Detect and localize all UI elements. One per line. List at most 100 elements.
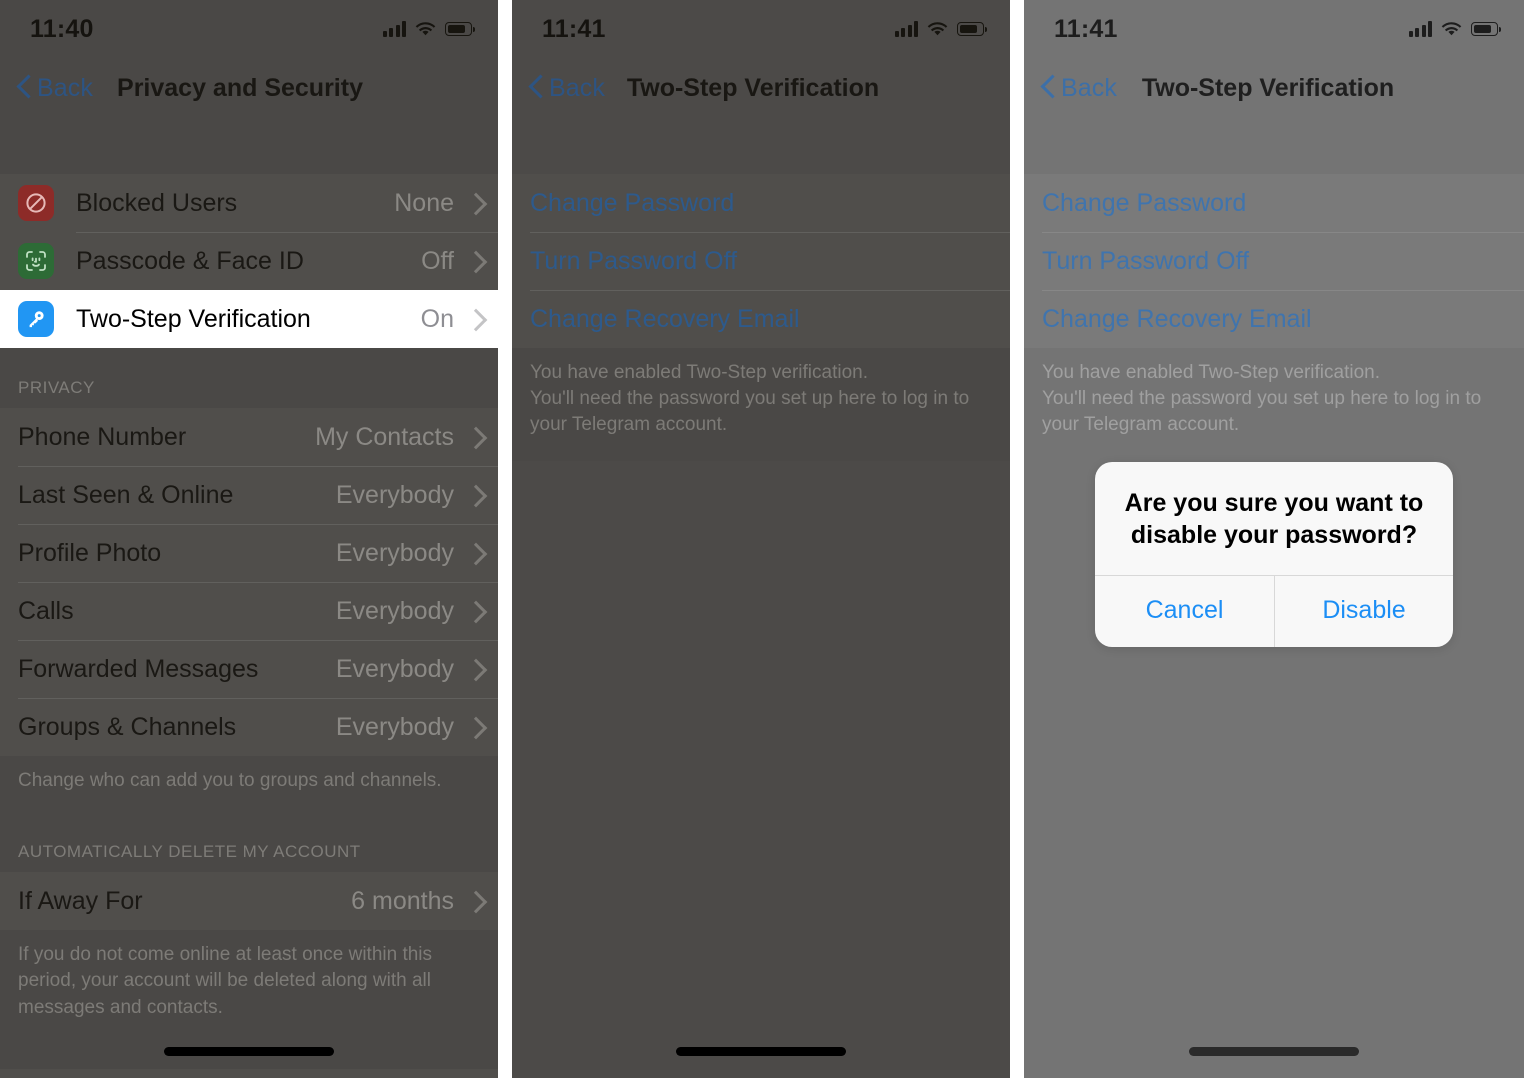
home-indicator[interactable] xyxy=(676,1047,846,1056)
list-item-turn-password-off[interactable]: Turn Password Off xyxy=(1024,232,1524,290)
back-button[interactable]: Back xyxy=(528,74,605,103)
list-item-label: Two-Step Verification xyxy=(76,304,311,333)
chevron-right-icon xyxy=(468,250,480,272)
privacy-section: Phone Number My Contacts Last Seen & Onl… xyxy=(0,408,498,756)
home-indicator[interactable] xyxy=(1189,1047,1359,1056)
status-clock: 11:41 xyxy=(542,14,606,43)
list-item-profile-photo[interactable]: Profile Photo Everybody xyxy=(0,524,498,582)
dialog-title: Are you sure you want to disable your pa… xyxy=(1124,489,1424,549)
list-item-change-recovery-email[interactable]: Change Recovery Email xyxy=(1024,290,1524,348)
list-item-turn-password-off[interactable]: Turn Password Off xyxy=(512,232,1010,290)
list-item-label: Blocked Users xyxy=(76,188,238,217)
chevron-right-icon xyxy=(468,426,480,448)
section-footer-two-step: You have enabled Two-Step verification. … xyxy=(530,362,970,436)
disable-button[interactable]: Disable xyxy=(1274,576,1453,647)
list-top-spacer xyxy=(512,118,1010,174)
status-clock: 11:40 xyxy=(30,14,94,43)
disable-password-dialog: Are you sure you want to disable your pa… xyxy=(1095,462,1453,647)
list-item-value: Everybody xyxy=(335,538,454,567)
list-item-passcode-face-id[interactable]: Passcode & Face ID Off xyxy=(0,232,498,290)
chevron-right-icon xyxy=(468,484,480,506)
two-step-actions-section: Change Password Turn Password Off Change… xyxy=(512,174,1010,348)
two-step-footer-block: You have enabled Two-Step verification. … xyxy=(1024,348,1524,461)
list-item-value: None xyxy=(394,188,454,217)
privacy-footer-block: Change who can add you to groups and cha… xyxy=(0,756,498,873)
chevron-right-icon xyxy=(468,716,480,738)
list-item-phone-number[interactable]: Phone Number My Contacts xyxy=(0,408,498,466)
chevron-left-icon xyxy=(1042,76,1055,100)
chevron-right-icon xyxy=(468,542,480,564)
privacy-section-header-block: PRIVACY xyxy=(0,348,498,408)
wifi-icon xyxy=(415,21,436,37)
back-button[interactable]: Back xyxy=(16,74,93,103)
nav-bar: Back Two-Step Verification xyxy=(1024,58,1524,118)
chevron-right-icon xyxy=(468,192,480,214)
back-button-label: Back xyxy=(1061,73,1117,102)
back-button[interactable]: Back xyxy=(1040,74,1117,103)
list-item-label: Change Password xyxy=(530,188,735,217)
list-item-change-recovery-email[interactable]: Change Recovery Email xyxy=(512,290,1010,348)
list-item-value: On xyxy=(420,304,454,333)
panel-divider xyxy=(1010,0,1024,1078)
list-item-two-step-verification[interactable]: Two-Step Verification On xyxy=(0,290,498,348)
section-footer-auto-delete: If you do not come online at least once … xyxy=(18,944,433,1018)
battery-icon xyxy=(445,22,475,36)
list-item-change-password[interactable]: Change Password xyxy=(512,174,1010,232)
chevron-left-icon xyxy=(18,76,31,100)
panel-divider xyxy=(498,0,512,1078)
two-step-footer-block: You have enabled Two-Step verification. … xyxy=(512,348,1010,461)
list-item-value: Everybody xyxy=(335,712,454,741)
blocked-users-icon xyxy=(18,185,54,221)
phone-panel-privacy-and-security: 11:40 Back Privacy and Security Blocked … xyxy=(0,0,498,1078)
chevron-right-icon xyxy=(468,890,480,912)
confirm-dialog-overlay: Are you sure you want to disable your pa… xyxy=(1024,462,1524,647)
list-item-label: Change Password xyxy=(1042,188,1247,217)
list-item-calls[interactable]: Calls Everybody xyxy=(0,582,498,640)
wifi-icon xyxy=(927,21,948,37)
list-top-spacer xyxy=(1024,118,1524,174)
status-bar: 11:40 xyxy=(0,0,498,58)
list-item-label: Change Recovery Email xyxy=(530,304,800,333)
security-section: Blocked Users None Passcode & Face ID Of… xyxy=(0,174,498,348)
list-item-label: Profile Photo xyxy=(18,538,162,567)
list-item-value: Everybody xyxy=(335,596,454,625)
status-bar: 11:41 xyxy=(512,0,1010,58)
list-item-value: 6 months xyxy=(351,886,454,915)
list-item-label: Change Recovery Email xyxy=(1042,304,1312,333)
list-item-value: My Contacts xyxy=(315,422,454,451)
auto-delete-footer-block: If you do not come online at least once … xyxy=(0,930,498,1021)
list-item-label: Passcode & Face ID xyxy=(76,246,304,275)
status-indicators xyxy=(382,21,475,37)
cellular-bars-icon xyxy=(382,21,406,37)
list-item-data-settings[interactable]: Data Settings xyxy=(0,1068,498,1078)
status-bar: 11:41 xyxy=(1024,0,1524,58)
list-item-last-seen-online[interactable]: Last Seen & Online Everybody xyxy=(0,466,498,524)
list-item-value: Off xyxy=(421,246,454,275)
three-panel-screenshot: 11:40 Back Privacy and Security Blocked … xyxy=(0,0,1524,1078)
list-item-change-password[interactable]: Change Password xyxy=(1024,174,1524,232)
home-indicator[interactable] xyxy=(164,1047,334,1056)
two-step-actions-section: Change Password Turn Password Off Change… xyxy=(1024,174,1524,348)
list-item-value: Everybody xyxy=(335,654,454,683)
list-item-label: Forwarded Messages xyxy=(18,654,259,683)
list-item-label: Calls xyxy=(18,596,74,625)
back-button-label: Back xyxy=(37,73,93,102)
section-header-auto-delete: AUTOMATICALLY DELETE MY ACCOUNT xyxy=(18,842,361,862)
list-item-if-away-for[interactable]: If Away For 6 months xyxy=(0,872,498,931)
section-header-privacy: PRIVACY xyxy=(18,378,95,397)
section-footer-privacy: Change who can add you to groups and cha… xyxy=(18,770,442,791)
back-button-label: Back xyxy=(549,73,605,102)
chevron-right-icon xyxy=(468,658,480,680)
list-item-label: Turn Password Off xyxy=(1042,246,1250,275)
list-item-forwarded-messages[interactable]: Forwarded Messages Everybody xyxy=(0,640,498,698)
list-item-groups-channels[interactable]: Groups & Channels Everybody xyxy=(0,698,498,756)
list-top-spacer xyxy=(0,118,498,174)
cancel-button[interactable]: Cancel xyxy=(1095,576,1274,647)
key-icon xyxy=(18,301,54,337)
list-item-label: If Away For xyxy=(18,886,143,915)
list-item-label: Groups & Channels xyxy=(18,712,237,741)
battery-icon xyxy=(957,22,987,36)
chevron-right-icon xyxy=(468,600,480,622)
list-bottom-spacer xyxy=(0,1020,498,1069)
list-item-blocked-users[interactable]: Blocked Users None xyxy=(0,174,498,232)
